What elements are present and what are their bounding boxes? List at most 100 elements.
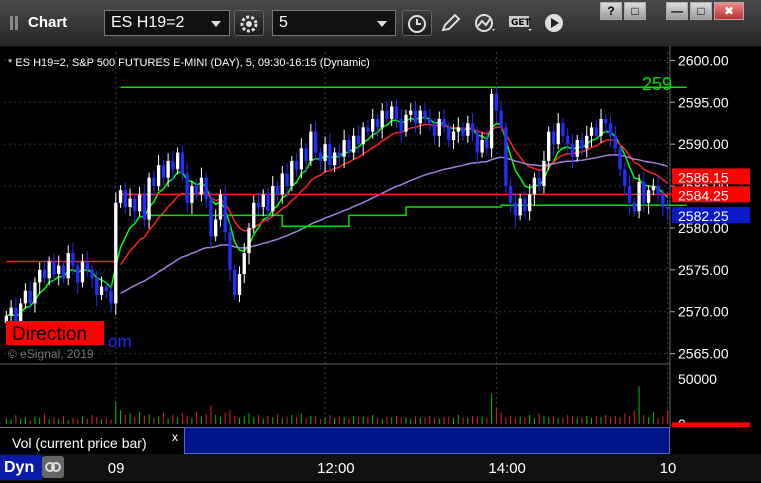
- candle-body: [375, 119, 380, 128]
- candle-body: [147, 177, 151, 220]
- candle-body: [237, 274, 242, 295]
- time-button[interactable]: [402, 10, 432, 36]
- candle-body: [118, 190, 123, 203]
- price-chart[interactable]: 2600.002595.002590.002585.002580.002575.…: [0, 46, 761, 427]
- candle-body: [589, 127, 594, 136]
- candle-body: [271, 186, 275, 212]
- candle-body: [23, 290, 28, 304]
- candle-body: [323, 144, 327, 161]
- candle-body: [104, 286, 108, 291]
- get-button[interactable]: GET: [504, 10, 534, 36]
- candle-body: [437, 119, 441, 136]
- candle-body: [642, 181, 646, 203]
- candle-body: [428, 119, 432, 124]
- candle-body: [304, 148, 308, 161]
- candle-body: [632, 202, 636, 212]
- candle-body: [299, 148, 303, 170]
- candle-body: [275, 186, 280, 195]
- candle-body: [580, 139, 584, 149]
- drag-handle-icon[interactable]: [10, 16, 22, 30]
- interval-combo[interactable]: 5: [272, 10, 396, 36]
- close-button[interactable]: ✖: [714, 2, 744, 20]
- candle-body: [85, 261, 89, 270]
- candle-body: [475, 131, 480, 153]
- candle-body: [561, 123, 565, 136]
- vol-last-label: 15230: [678, 423, 717, 427]
- candle-body: [413, 110, 418, 124]
- link-icon[interactable]: [42, 456, 64, 478]
- candle-body: [537, 177, 541, 187]
- scroll-bar[interactable]: [184, 427, 670, 454]
- y-tick-label: 2570.00: [678, 304, 729, 320]
- candle-body: [442, 119, 446, 128]
- candle-body: [337, 152, 342, 157]
- title-bar: Chart ES H19=2 5 GET ? □ — □ ✖: [0, 0, 761, 47]
- candle-body: [61, 265, 66, 279]
- partial-link[interactable]: om: [108, 332, 132, 351]
- volume-panel-label: Vol (current price bar): [12, 435, 147, 451]
- clock-icon: [408, 15, 426, 33]
- candle-body: [585, 135, 589, 149]
- candle-body: [608, 123, 613, 136]
- play-button[interactable]: [540, 10, 570, 36]
- candle-body: [456, 127, 460, 132]
- svg-text:GET: GET: [511, 18, 532, 28]
- candle-body: [651, 186, 656, 191]
- candle-body: [451, 131, 456, 140]
- dyn-button[interactable]: Dyn: [0, 455, 42, 480]
- candle-body: [499, 110, 503, 128]
- draw-button[interactable]: [436, 10, 466, 36]
- candle-body: [575, 139, 579, 157]
- price-labels: 2586.15 2584.25 2582.25: [672, 168, 750, 224]
- candle-body: [508, 186, 513, 203]
- candle-body: [128, 198, 132, 207]
- restore-small-button[interactable]: □: [624, 2, 646, 20]
- candle-body: [266, 194, 270, 212]
- candle-body: [423, 110, 427, 120]
- minimize-button[interactable]: —: [666, 2, 688, 20]
- y-tick-label: 2595.00: [678, 94, 729, 110]
- candle-body: [613, 135, 617, 149]
- study-button[interactable]: [470, 10, 500, 36]
- candle-body: [637, 181, 641, 212]
- candle-body: [518, 198, 522, 216]
- price-label: 2584.25: [678, 187, 729, 203]
- candle-body: [109, 290, 113, 304]
- get-icon: GET: [509, 16, 532, 31]
- candle-body: [294, 160, 299, 170]
- candle-body: [194, 186, 199, 195]
- candle-body: [152, 177, 156, 187]
- play-icon: [545, 14, 563, 32]
- candle-body: [513, 202, 518, 216]
- candle-body: [380, 110, 384, 128]
- watermark: © eSignal, 2019: [8, 347, 94, 361]
- candle-body: [432, 123, 437, 136]
- candle-body: [190, 186, 194, 203]
- candle-body: [489, 93, 494, 149]
- candle-body: [175, 152, 180, 170]
- candle-body: [166, 160, 170, 178]
- x-tick-label: 10: [659, 460, 677, 477]
- close-icon[interactable]: x: [172, 430, 178, 444]
- candle-body: [361, 127, 365, 145]
- direction-label: Direction: [12, 324, 87, 345]
- candle-body: [180, 152, 185, 174]
- chart-grid: [0, 46, 671, 427]
- candle-body: [318, 152, 323, 161]
- candle-body: [133, 198, 137, 212]
- volume-panel-label-bar: Vol (current price bar) x: [0, 427, 184, 455]
- candle-body: [242, 253, 246, 275]
- help-button[interactable]: ?: [600, 2, 622, 20]
- candle-body: [409, 110, 413, 115]
- maximize-button[interactable]: □: [690, 2, 712, 20]
- x-tick-label: 09: [107, 460, 125, 477]
- settings-button[interactable]: [234, 10, 264, 36]
- candle-body: [204, 177, 208, 199]
- vol-tick-label: 50000: [678, 371, 717, 387]
- symbol-combo[interactable]: ES H19=2: [104, 10, 230, 36]
- candle-body: [494, 93, 499, 111]
- candle-body: [218, 194, 223, 220]
- y-tick-label: 2590.00: [678, 136, 729, 152]
- candle-body: [385, 110, 389, 120]
- candle-body: [123, 190, 127, 207]
